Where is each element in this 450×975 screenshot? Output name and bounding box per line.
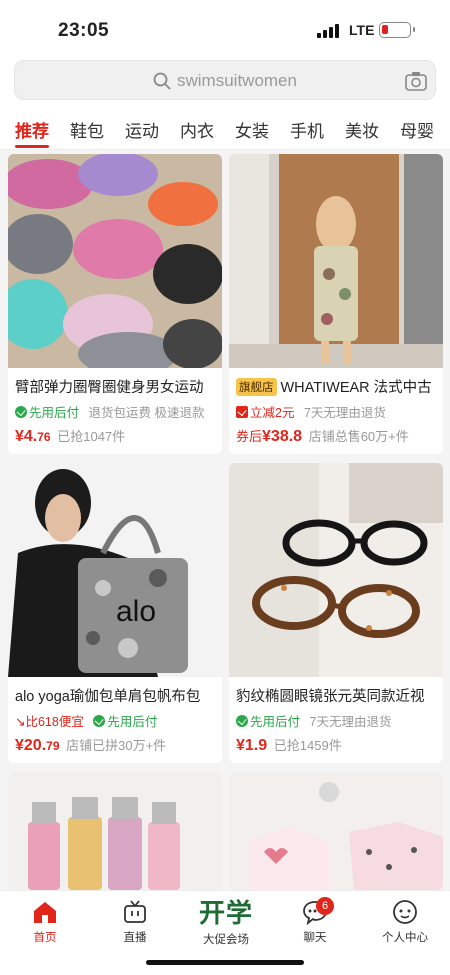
signal-icon	[317, 24, 341, 38]
product-image-bands	[8, 154, 222, 368]
tab-recommend[interactable]: 推荐	[15, 117, 49, 148]
tab-underwear[interactable]: 内衣	[180, 117, 214, 142]
profile-face-icon	[393, 900, 417, 924]
tab-phones[interactable]: 手机	[290, 117, 324, 142]
coupon-price-label: 券后	[236, 429, 263, 444]
tab-shoes-bags[interactable]: 鞋包	[70, 117, 104, 142]
perk-label-2: 先用后付	[107, 715, 158, 729]
tab-sports[interactable]: 运动	[125, 117, 159, 142]
check-badge-icon	[93, 715, 106, 727]
search-icon	[153, 72, 171, 90]
category-tabs: 推荐 鞋包 运动 内衣 女装 手机 美妆 母婴	[0, 108, 450, 150]
price-drop-icon: ↘	[15, 715, 26, 729]
product-title: 旗舰店 WHATIWEAR 法式中古	[236, 376, 441, 397]
perk-label: 先用后付	[29, 406, 80, 420]
home-icon	[34, 902, 56, 923]
clock: 23:05	[58, 20, 110, 41]
tv-icon	[124, 900, 146, 923]
product-perks: 立减2元 7天无理由退货	[236, 402, 441, 421]
tab-mother-baby[interactable]: 母婴	[400, 117, 434, 142]
perk-label: 立减2元	[250, 406, 295, 420]
product-card[interactable]: alo alo yoga瑜伽包单肩包帆布包 ↘比618便宜 先用后付 ¥20.7…	[8, 463, 222, 763]
price-row: 券后¥38.8 店铺总售60万+件	[236, 426, 441, 446]
product-card[interactable]	[8, 772, 222, 890]
perk-label: 先用后付	[250, 715, 301, 729]
perk-label: 比618便宜	[25, 715, 84, 729]
service-notes: 退货包运费 极速退款	[88, 406, 205, 420]
product-card[interactable]: 臂部弹力圈臀圈健身男女运动 先用后付 退货包运费 极速退款 ¥4.76 已抢10…	[8, 154, 222, 454]
tab-live[interactable]: 直播	[100, 899, 170, 945]
product-image-dress	[229, 154, 443, 368]
product-perks: 先用后付 7天无理由退货	[236, 711, 441, 730]
product-card[interactable]	[229, 772, 443, 890]
product-image-tote: alo	[8, 463, 222, 677]
check-badge-icon	[236, 715, 248, 727]
tab-womenswear[interactable]: 女装	[235, 117, 269, 142]
sold-count: 已抢1459件	[273, 738, 342, 753]
product-title: 臂部弹力圈臀圈健身男女运动	[15, 380, 204, 396]
sold-count: 店铺已拼30万+件	[66, 738, 167, 753]
service-notes: 7天无理由退货	[303, 406, 386, 420]
tab-live-label: 直播	[123, 932, 147, 944]
product-card[interactable]: 豹纹椭圆眼镜张元英同款近视 先用后付 7天无理由退货 ¥1.9 已抢1459件	[229, 463, 443, 763]
price: ¥1.9	[236, 737, 268, 754]
product-feed: 臂部弹力圈臀圈健身男女运动 先用后付 退货包运费 极速退款 ¥4.76 已抢10…	[0, 150, 450, 890]
price-row: ¥4.76 已抢1047件	[15, 426, 220, 446]
network-label: LTE	[349, 22, 375, 38]
product-image-nail-polish	[8, 772, 222, 890]
product-image-glasses	[229, 463, 443, 677]
product-title: alo yoga瑜伽包单肩包帆布包	[15, 689, 201, 705]
tab-profile[interactable]: 个人中心	[370, 899, 440, 945]
battery-icon	[379, 22, 415, 38]
product-title: 豹纹椭圆眼镜张元英同款近视	[236, 689, 425, 705]
product-image-baby-clothes	[229, 772, 443, 890]
price: ¥38.8	[262, 428, 303, 445]
coupon-icon	[236, 406, 248, 418]
product-perks: 先用后付 退货包运费 极速退款	[15, 402, 220, 421]
unread-badge: 6	[316, 897, 334, 915]
svg-text:alo: alo	[116, 595, 156, 628]
price: ¥20.79	[15, 737, 60, 754]
tab-chat-label: 聊天	[303, 932, 327, 944]
tab-beauty[interactable]: 美妆	[345, 117, 379, 142]
price-row: ¥20.79 店铺已拼30万+件	[15, 735, 220, 755]
status-bar: 23:05 LTE	[0, 0, 450, 58]
check-badge-icon	[15, 406, 27, 418]
flagship-badge: 旗舰店	[236, 378, 277, 396]
camera-icon[interactable]	[405, 71, 427, 91]
tab-chat[interactable]: 6 聊天	[280, 897, 350, 945]
tab-home-label: 首页	[33, 932, 57, 944]
product-perks: ↘比618便宜 先用后付	[15, 711, 220, 730]
search-bar: swimsuitwomen	[0, 58, 450, 108]
search-placeholder: swimsuitwomen	[177, 71, 297, 90]
sold-count: 店铺总售60万+件	[308, 429, 409, 444]
tab-promo-label: 大促会场	[203, 934, 249, 946]
service-notes: 7天无理由退货	[309, 715, 392, 729]
tab-profile-label: 个人中心	[382, 932, 428, 944]
sold-count: 已抢1047件	[57, 429, 126, 444]
price: ¥4.76	[15, 428, 51, 445]
promo-banner-text: 开学	[198, 898, 253, 928]
product-card[interactable]: 旗舰店 WHATIWEAR 法式中古 立减2元 7天无理由退货 券后¥38.8 店…	[229, 154, 443, 454]
home-indicator	[146, 960, 304, 965]
price-row: ¥1.9 已抢1459件	[236, 735, 441, 755]
tab-promo[interactable]: 开学 大促会场	[191, 893, 261, 947]
search-input[interactable]: swimsuitwomen	[14, 60, 436, 100]
tab-home[interactable]: 首页	[10, 899, 80, 945]
